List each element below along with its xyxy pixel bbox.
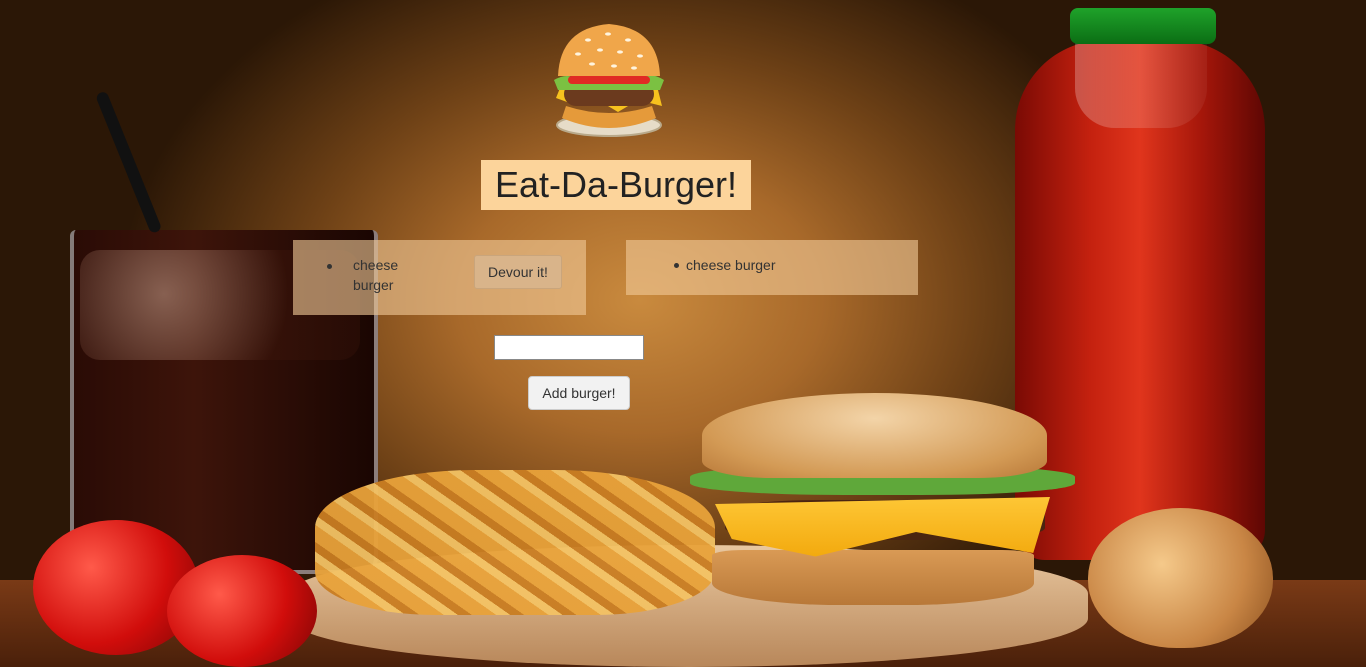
burger-patty bbox=[725, 500, 1045, 540]
add-burger-button[interactable]: Add burger! bbox=[528, 376, 630, 410]
bullet-icon bbox=[327, 264, 332, 269]
tomato-right bbox=[167, 555, 317, 667]
burger-name-input[interactable] bbox=[494, 335, 644, 360]
straw bbox=[95, 90, 163, 235]
burger-lettuce bbox=[690, 465, 1075, 495]
bottle-cap bbox=[1070, 8, 1216, 44]
burger-top-bun bbox=[702, 393, 1047, 478]
onion bbox=[1088, 508, 1273, 648]
burger-name: cheese burger bbox=[353, 257, 399, 293]
burger-bottom-bun bbox=[712, 550, 1034, 605]
title-banner: Eat-Da-Burger! bbox=[481, 160, 751, 210]
background-photo bbox=[0, 0, 1366, 667]
bottle-neck bbox=[1075, 38, 1207, 128]
ketchup-bottle bbox=[1015, 40, 1265, 560]
wooden-table bbox=[0, 580, 1366, 667]
burger-cheese bbox=[715, 497, 1050, 557]
bullet-icon bbox=[674, 263, 679, 268]
tomato-left bbox=[33, 520, 199, 655]
page-title: Eat-Da-Burger! bbox=[494, 164, 738, 205]
burger-name: cheese burger bbox=[686, 257, 776, 273]
devour-button[interactable]: Devour it! bbox=[474, 255, 562, 289]
french-fries bbox=[315, 470, 715, 615]
burger-icon bbox=[554, 24, 664, 137]
wooden-plate bbox=[290, 545, 1088, 667]
